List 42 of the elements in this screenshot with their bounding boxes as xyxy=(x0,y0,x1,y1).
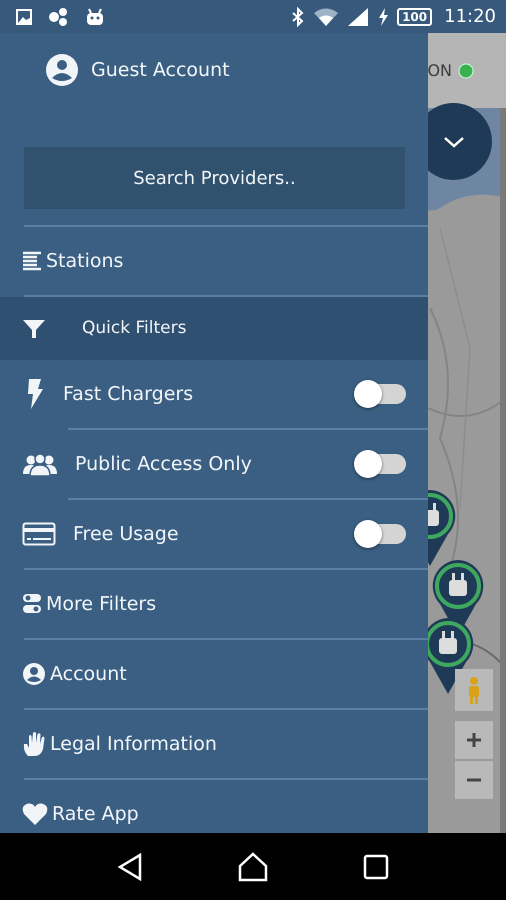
filter-label: Free Usage xyxy=(73,522,179,547)
status-label: ON xyxy=(427,60,452,82)
image-icon xyxy=(16,8,32,24)
sliders-icon xyxy=(22,593,42,615)
section-header: Quick Filters xyxy=(82,316,186,340)
signal-icon xyxy=(347,6,370,26)
credit-card-icon xyxy=(22,522,56,546)
home-icon xyxy=(238,852,268,882)
account-name: Guest Account xyxy=(91,58,230,83)
minus-icon xyxy=(466,778,482,782)
chevron-icon xyxy=(442,136,464,148)
zoom-out-button[interactable] xyxy=(455,761,493,799)
menu-item[interactable]: Rate App xyxy=(52,800,139,828)
filter-label: Public Access Only xyxy=(75,452,252,477)
home-button[interactable] xyxy=(238,852,268,882)
person-icon xyxy=(466,676,482,704)
account-icon xyxy=(46,54,78,86)
plus-icon xyxy=(466,732,482,748)
back-button[interactable] xyxy=(117,852,144,880)
hand-icon xyxy=(22,731,46,757)
recents-icon xyxy=(362,854,389,880)
back-icon xyxy=(117,852,144,880)
status-dot-icon xyxy=(458,62,474,78)
filter-label: Fast Chargers xyxy=(63,382,194,407)
menu-item[interactable]: Stations xyxy=(46,246,124,276)
menu-item[interactable]: Legal Information xyxy=(50,730,217,758)
menu-item[interactable]: Account xyxy=(50,660,127,688)
heart-icon xyxy=(22,802,48,826)
recents-button[interactable] xyxy=(362,854,389,880)
battery-level: 100 xyxy=(397,8,432,26)
android-icon xyxy=(86,8,104,26)
account-icon xyxy=(22,662,46,686)
zoom-in-button[interactable] xyxy=(455,721,493,759)
filter-icon xyxy=(22,318,46,338)
charging-icon xyxy=(377,6,390,26)
menu-item[interactable]: More Filters xyxy=(46,590,156,618)
search-field[interactable]: Search Providers.. xyxy=(24,147,405,209)
wifi-icon xyxy=(313,6,340,26)
status-time: 11:20 xyxy=(444,5,496,29)
bluetooth-icon xyxy=(291,6,306,26)
people-icon xyxy=(22,452,58,476)
list-icon xyxy=(22,251,42,271)
